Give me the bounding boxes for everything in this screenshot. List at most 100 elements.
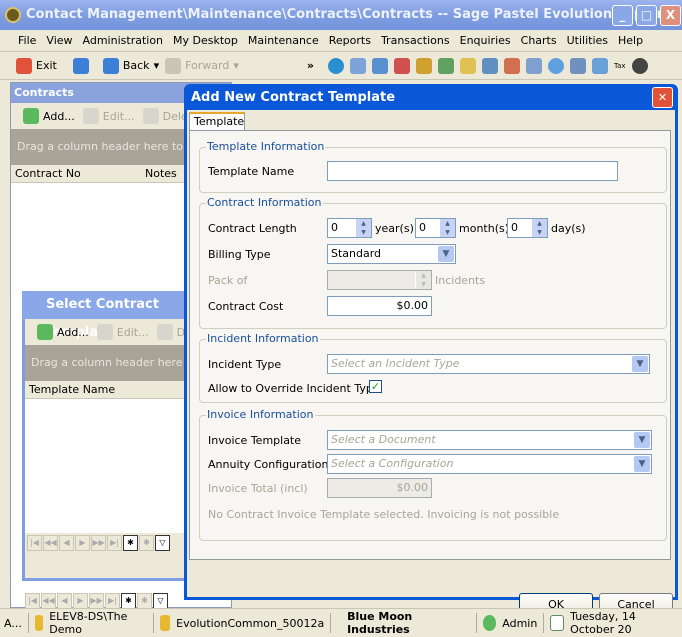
menu-view[interactable]: View [46,30,72,51]
minimize-button[interactable]: _ [612,5,633,26]
users-icon[interactable] [371,57,388,74]
column-template-name[interactable]: Template Name [29,381,115,398]
add-icon [37,324,53,340]
network-icon[interactable] [525,57,542,74]
override-incident-type-checkbox[interactable]: ✓ [369,380,382,393]
tools-icon[interactable] [503,57,520,74]
incident-type-select[interactable]: Select an Incident Type ▼ [327,354,650,374]
template-grid[interactable] [25,399,189,533]
menu-reports[interactable]: Reports [329,30,371,51]
globe-icon[interactable] [327,57,344,74]
filter-button[interactable]: ▽ [153,593,168,609]
home-icon[interactable] [72,57,89,74]
folder-icon[interactable] [569,57,586,74]
append-record-button[interactable]: ✱ [139,535,154,551]
menu-file[interactable]: File [18,30,36,51]
tax-button[interactable]: Tax [614,62,626,70]
menu-administration[interactable]: Administration [83,30,164,51]
days-value: 0 [511,221,518,234]
menu-help[interactable]: Help [618,30,643,51]
years-spinner[interactable]: 0 ▲ ▼ [327,218,372,238]
status-bar: A... ELEV8-DS\The Demo EvolutionCommon_5… [0,608,682,637]
column-contract-no[interactable]: Contract No [15,165,145,182]
disc-icon[interactable] [415,57,432,74]
next-record-button[interactable]: ▶ [75,535,90,551]
spin-arrows-icon[interactable]: ▲ ▼ [531,219,547,237]
incidents-unit-label: Incidents [435,274,486,287]
contract-cost-input[interactable]: $0.00 [327,296,432,316]
prev-record-button[interactable]: ◀ [59,535,74,551]
exit-button[interactable]: Exit [16,57,57,74]
chevron-down-icon[interactable]: ▼ [634,456,650,472]
lightbulb-icon[interactable] [459,57,476,74]
delete-icon [142,108,159,124]
column-notes[interactable]: Notes [145,165,177,182]
months-value: 0 [419,221,426,234]
menu-enquiries[interactable]: Enquiries [460,30,511,51]
edit-icon[interactable] [437,57,454,74]
menu-transactions[interactable]: Transactions [381,30,450,51]
chart-icon[interactable] [481,57,498,74]
dialog-close-button[interactable]: ✕ [652,87,673,108]
user-icon [482,615,497,631]
prev-page-button[interactable]: ◀◀ [43,535,58,551]
months-spinner[interactable]: 0 ▲ ▼ [415,218,456,238]
spin-arrows-icon[interactable]: ▲ ▼ [439,219,455,237]
template-name-input[interactable] [327,161,618,181]
prev-record-button[interactable]: ◀ [57,593,72,609]
document-icon[interactable] [349,57,366,74]
chevron-down-icon[interactable]: ▼ [634,432,650,448]
palette-icon[interactable] [631,57,648,74]
append-record-button[interactable]: ✱ [137,593,152,609]
close-button[interactable]: X [660,5,681,26]
billing-type-select[interactable]: Standard ▼ [327,244,456,264]
menu-utilities[interactable]: Utilities [567,30,608,51]
database-icon [34,615,44,631]
template-add-button[interactable]: Add... [37,324,89,340]
filter-button[interactable]: ▽ [155,535,170,551]
forward-button[interactable]: Forward ▾ [165,57,239,74]
template-edit-button[interactable]: Edit... [96,324,149,340]
billing-type-label: Billing Type [208,248,271,261]
contract-information-group: Contract Information Contract Length 0 ▲ ▼… [199,196,667,329]
template-delete-button[interactable]: D [156,324,185,340]
days-spinner[interactable]: 0 ▲ ▼ [507,218,548,238]
menu-my-desktop[interactable]: My Desktop [173,30,238,51]
spin-arrows-icon[interactable]: ▲ ▼ [355,219,371,237]
clock-icon[interactable] [547,57,564,74]
prev-page-button[interactable]: ◀◀ [41,593,56,609]
user-remove-icon[interactable] [393,57,410,74]
annuity-configuration-select[interactable]: Select a Configuration ▼ [327,454,652,474]
group-legend: Template Information [206,140,326,153]
first-record-button[interactable]: |◀ [25,593,40,609]
select-window-title: Select Contract Template [22,291,192,340]
calendar-icon[interactable] [591,57,608,74]
next-page-button[interactable]: ▶▶ [91,535,106,551]
forward-arrow-icon [165,57,182,74]
dialog-title: Add New Contract Template [191,90,396,105]
tab-template[interactable]: Template [189,112,245,131]
last-record-button[interactable]: ▶| [105,593,120,609]
edit-icon [96,324,113,340]
pack-of-spinner[interactable]: ▲ ▼ [327,270,432,290]
back-button[interactable]: Back ▾ [102,57,159,74]
toolbar-overflow-button[interactable]: » [307,59,314,72]
chevron-down-icon[interactable]: ▼ [438,246,454,262]
first-record-button[interactable]: |◀ [27,535,42,551]
template-group-by-area[interactable]: Drag a column header here to group [25,345,189,381]
contracts-edit-button[interactable]: Edit... [82,108,135,124]
status-first: A... [4,616,22,630]
invoice-template-select[interactable]: Select a Document ▼ [327,430,652,450]
insert-record-button[interactable]: ✱ [123,535,138,551]
chevron-down-icon[interactable]: ▼ [632,356,648,372]
next-record-button[interactable]: ▶ [73,593,88,609]
contracts-add-button[interactable]: Add... [23,108,75,124]
insert-record-button[interactable]: ✱ [121,593,136,609]
menu-charts[interactable]: Charts [521,30,557,51]
contracts-delete-button[interactable]: Dele [142,108,188,124]
next-page-button[interactable]: ▶▶ [89,593,104,609]
incident-type-placeholder: Select an Incident Type [331,357,460,370]
maximize-button[interactable]: □ [636,5,657,26]
menu-maintenance[interactable]: Maintenance [248,30,319,51]
last-record-button[interactable]: ▶| [107,535,122,551]
